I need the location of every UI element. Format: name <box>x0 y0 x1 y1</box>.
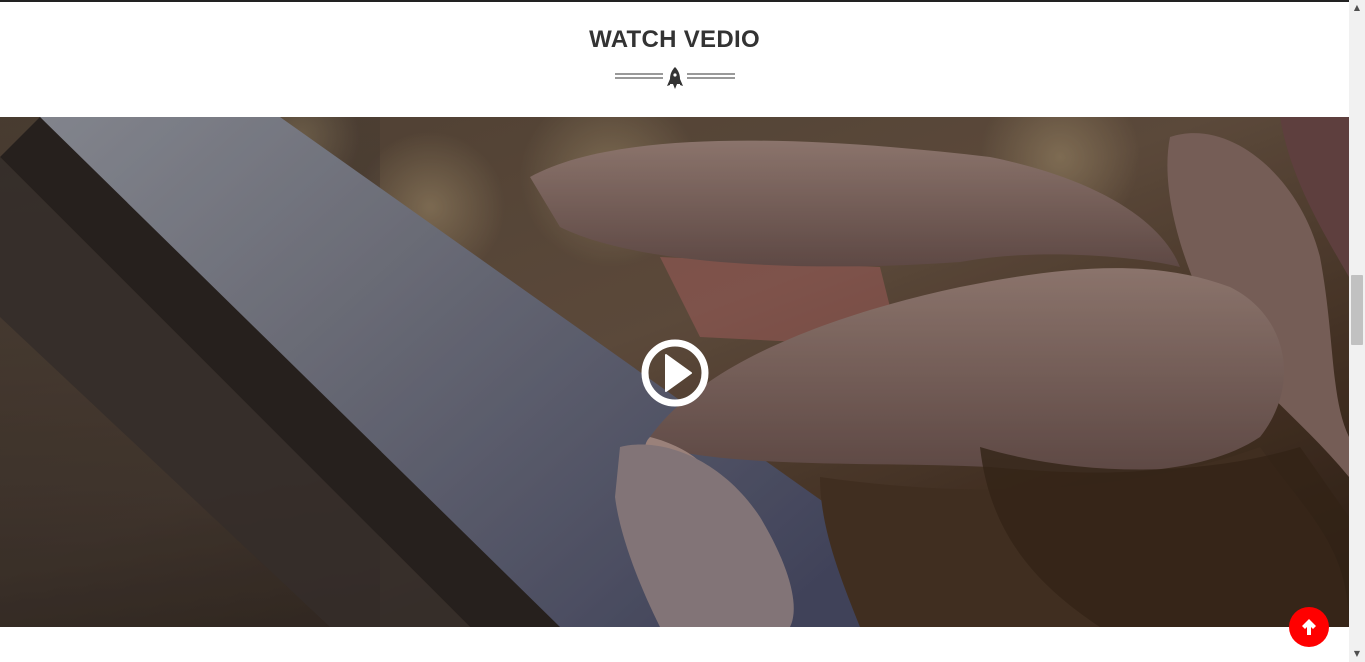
arrow-up-icon <box>1302 619 1316 635</box>
top-border <box>0 0 1349 2</box>
play-button[interactable] <box>640 338 710 408</box>
play-circle-icon <box>641 339 709 407</box>
divider-lines-right <box>686 73 735 79</box>
section-title: WATCH VEDIO <box>589 26 760 53</box>
scroll-down-arrow[interactable]: ▼ <box>1349 647 1365 661</box>
page: WATCH VEDIO ▲ ▼ <box>0 0 1365 662</box>
scroll-up-arrow[interactable]: ▲ <box>1349 1 1365 15</box>
scroll-thumb[interactable] <box>1351 275 1363 345</box>
title-divider <box>0 64 1349 90</box>
rocket-icon <box>666 67 683 89</box>
video-banner[interactable] <box>0 117 1349 627</box>
vertical-scrollbar[interactable]: ▲ ▼ <box>1349 0 1365 662</box>
divider-lines-left <box>614 73 663 79</box>
back-to-top-button[interactable] <box>1289 607 1329 647</box>
